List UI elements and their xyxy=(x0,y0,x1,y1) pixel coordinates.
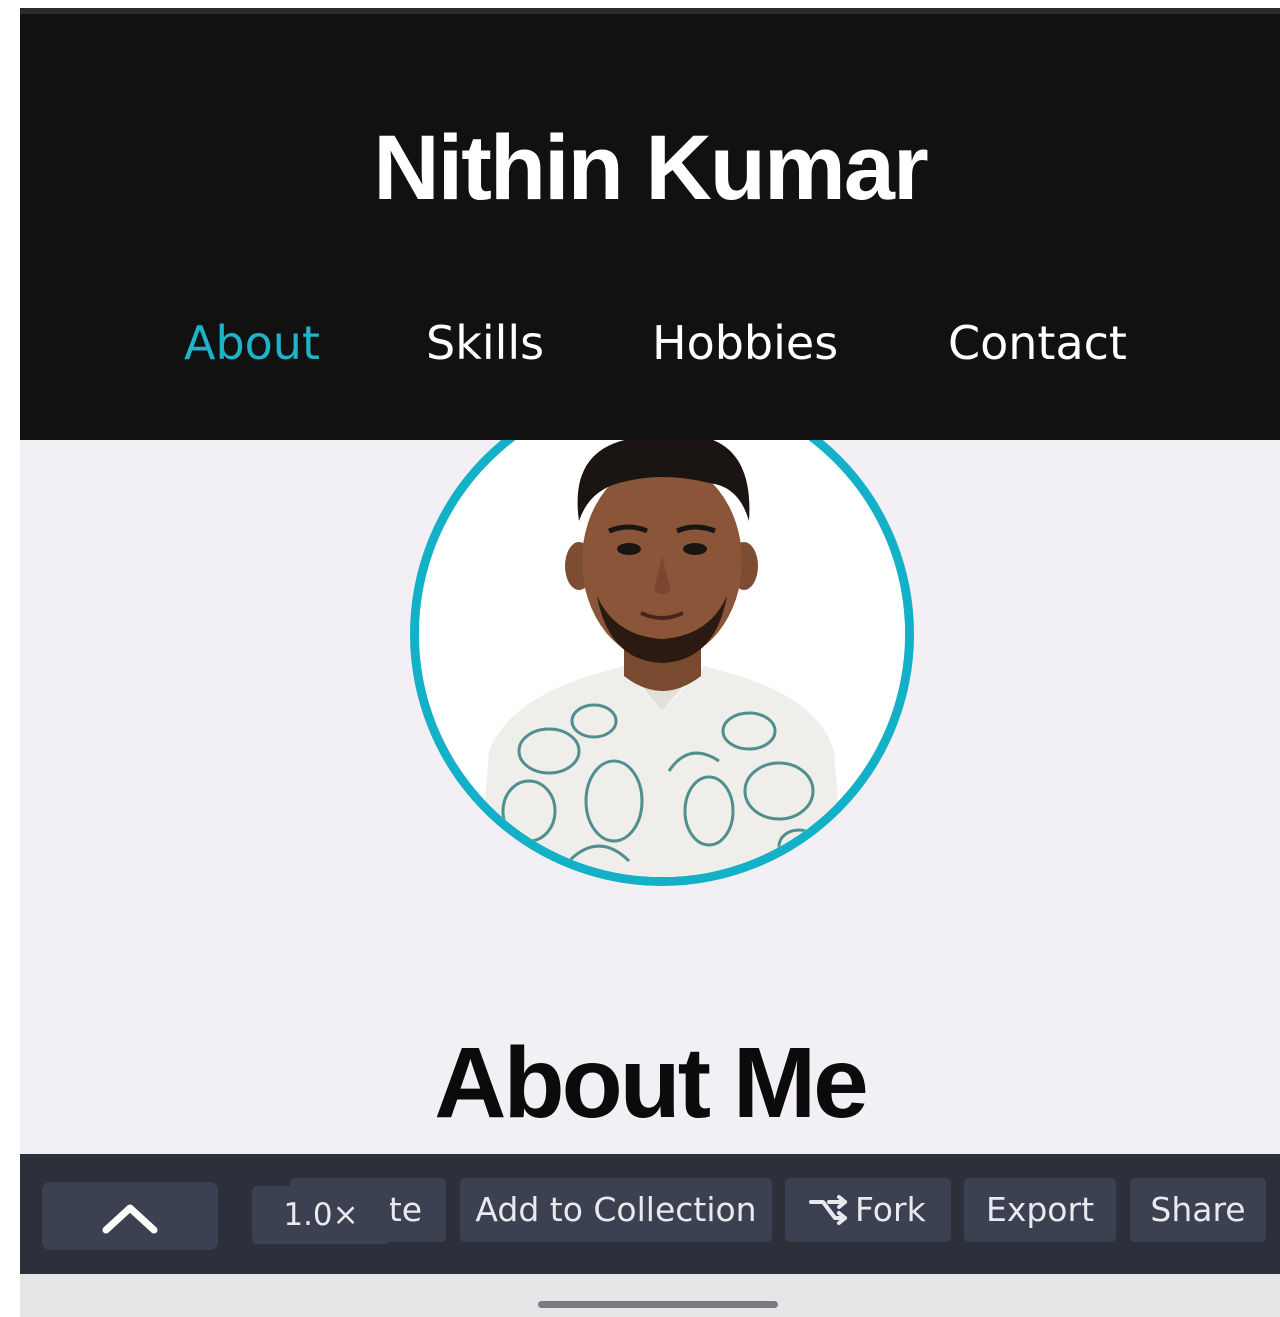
export-label: Export xyxy=(985,1190,1095,1229)
partial-button-label: te xyxy=(388,1190,422,1229)
home-indicator[interactable] xyxy=(538,1301,778,1308)
fork-button[interactable]: Fork xyxy=(785,1178,951,1242)
add-to-collection-label: Add to Collection xyxy=(475,1190,757,1229)
nav-contact-link[interactable]: Contact xyxy=(948,310,1127,376)
profile-photo xyxy=(419,440,905,877)
add-to-collection-button[interactable]: Add to Collection xyxy=(460,1178,772,1242)
zoom-level-label: 1.0× xyxy=(283,1197,359,1233)
scroll-up-button[interactable] xyxy=(42,1182,218,1250)
system-navigation-bar xyxy=(20,1274,1280,1317)
site-title: Nithin Kumar xyxy=(373,117,929,219)
site-header: Nithin Kumar About Skills Hobbies Contac… xyxy=(20,14,1280,440)
share-button[interactable]: Share xyxy=(1130,1178,1266,1242)
share-label: Share xyxy=(1150,1190,1246,1229)
export-button[interactable]: Export xyxy=(964,1178,1116,1242)
zoom-level-button[interactable]: 1.0× xyxy=(252,1186,390,1244)
main-nav: About Skills Hobbies Contact xyxy=(20,310,1280,380)
chevron-up-icon xyxy=(102,1204,158,1234)
about-section: About Me xyxy=(20,440,1280,1154)
fork-label: Fork xyxy=(855,1190,926,1229)
nav-about-link[interactable]: About xyxy=(184,310,320,376)
about-me-heading: About Me xyxy=(434,1027,868,1139)
fork-icon xyxy=(809,1195,847,1225)
nav-hobbies-link[interactable]: Hobbies xyxy=(652,310,838,376)
screen: Nithin Kumar About Skills Hobbies Contac… xyxy=(0,0,1280,1317)
nav-skills-link[interactable]: Skills xyxy=(426,310,544,376)
profile-picture-frame xyxy=(410,440,914,886)
bottom-toolbar: te 1.0× Add to Collection Fork Export Sh… xyxy=(20,1154,1280,1274)
